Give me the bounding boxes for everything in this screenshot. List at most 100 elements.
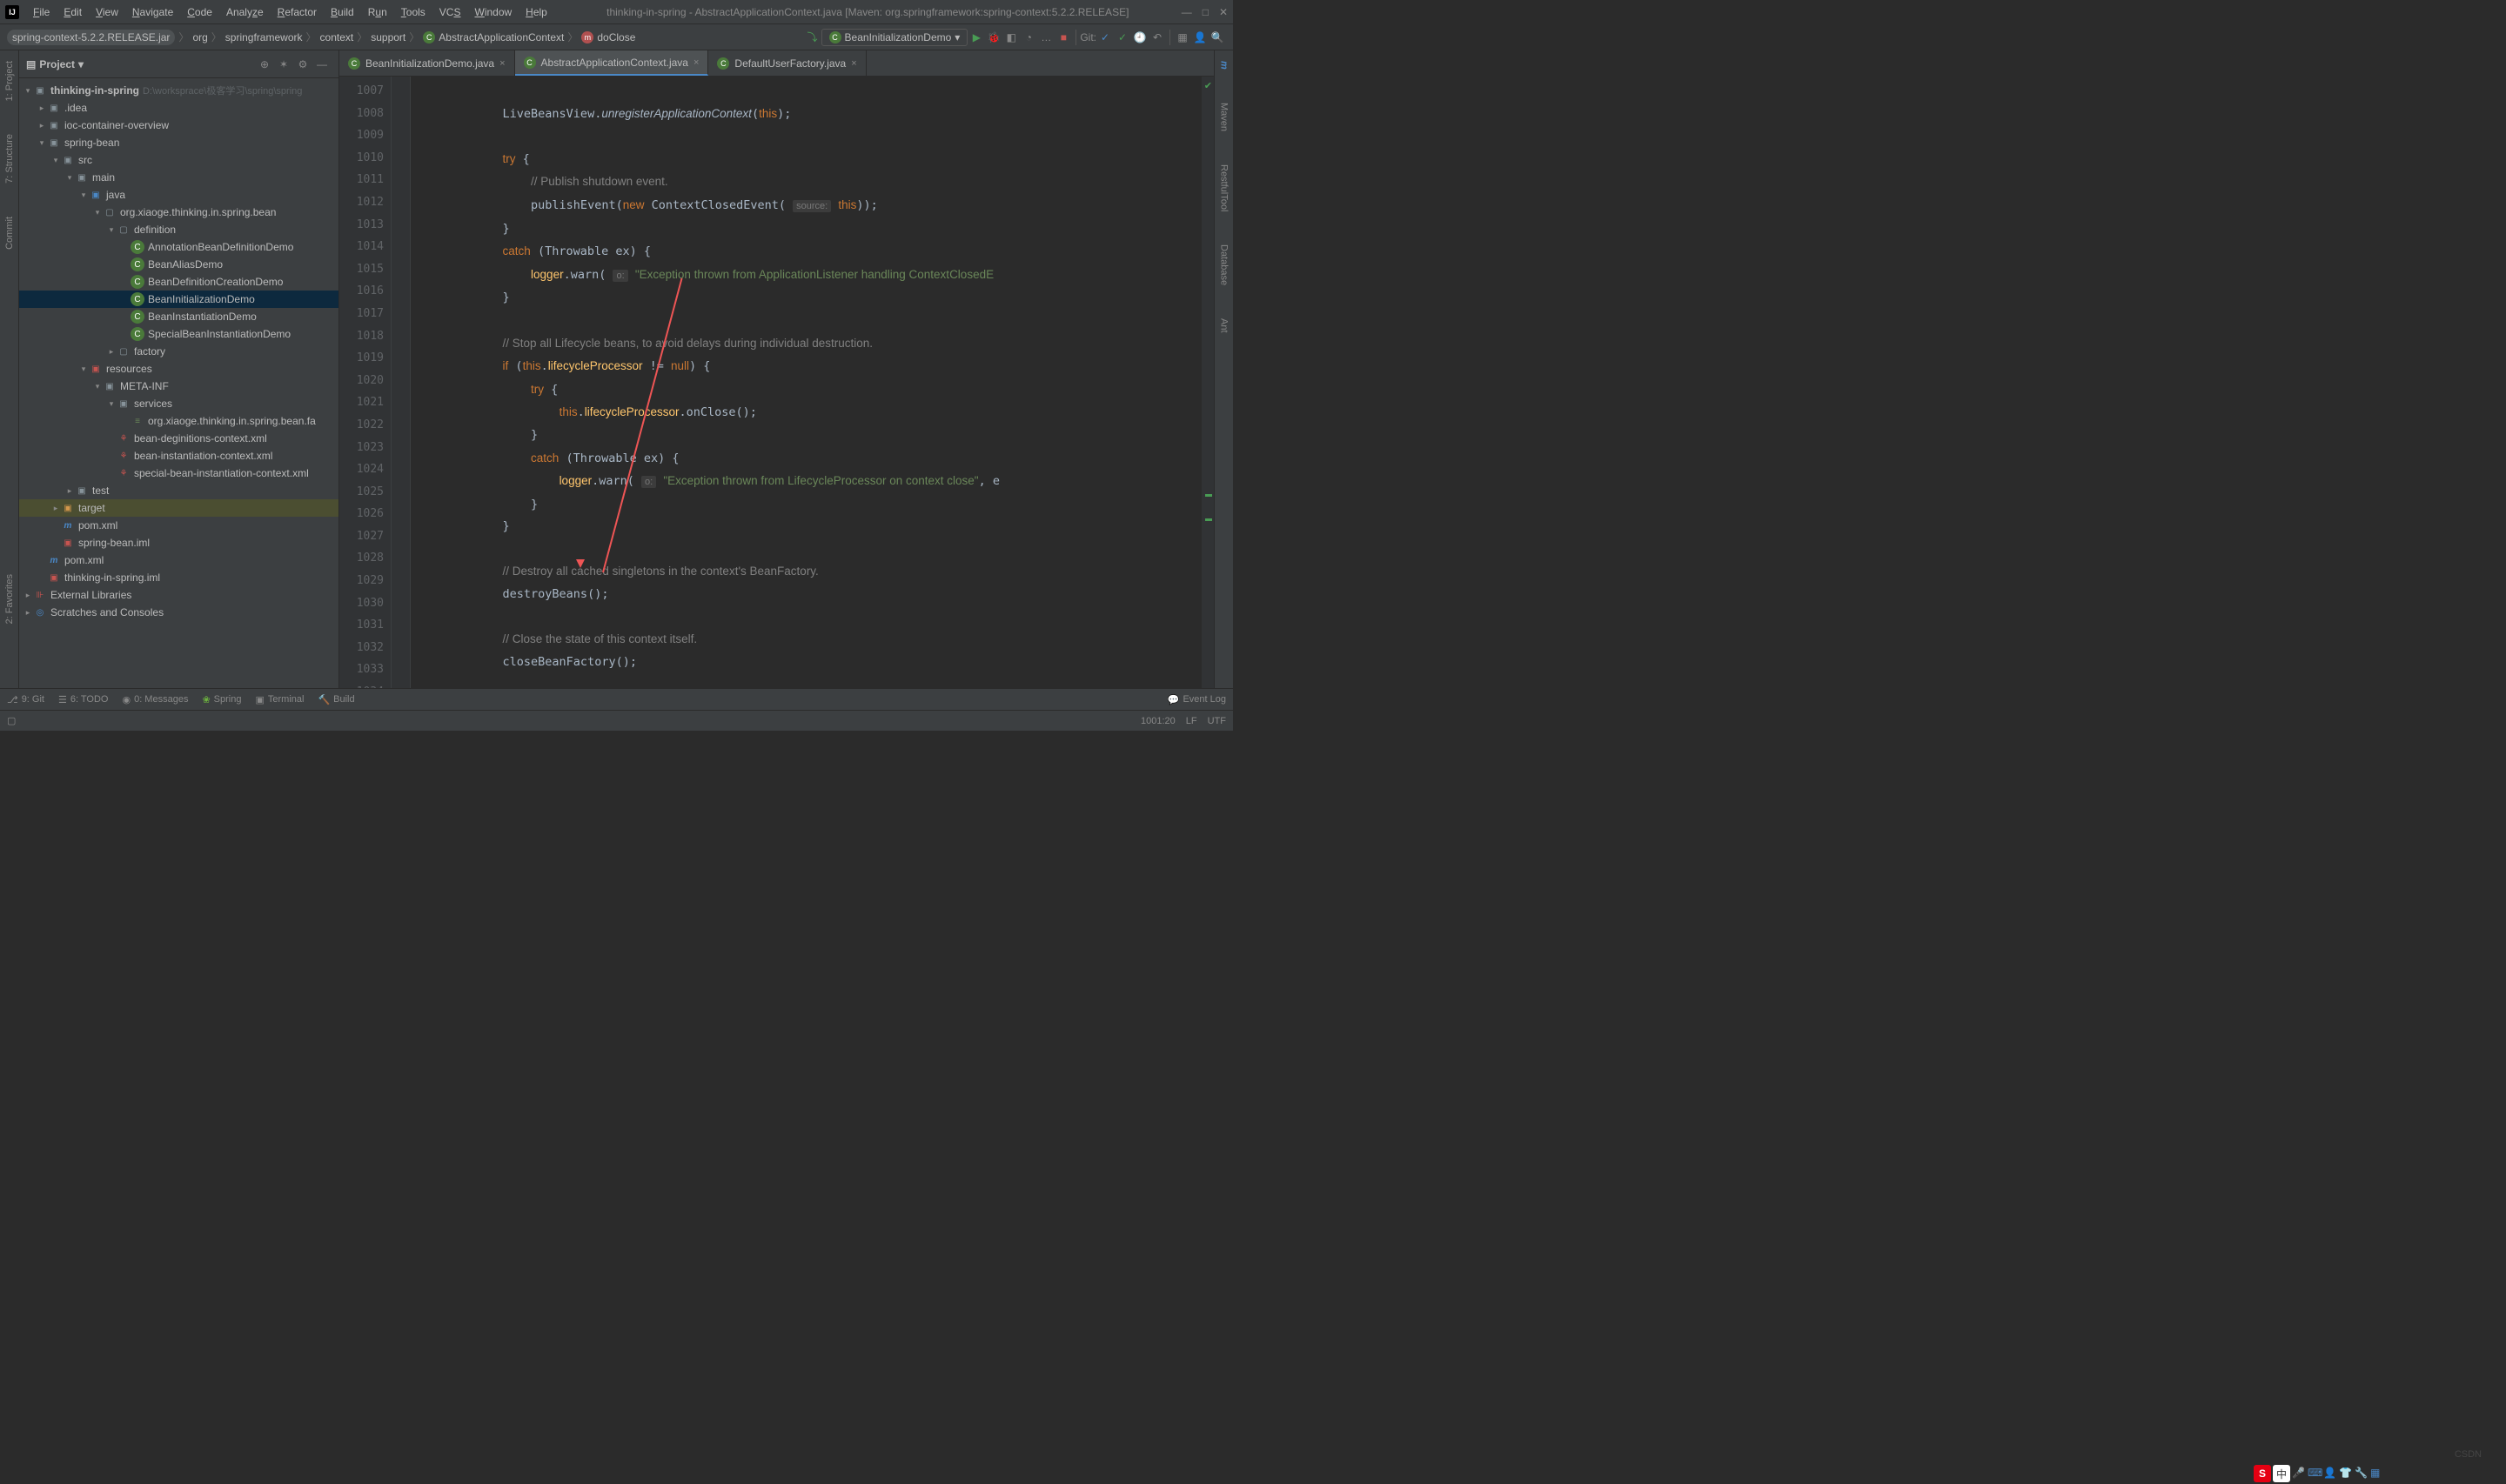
breadcrumb-jar[interactable]: spring-context-5.2.2.RELEASE.jar bbox=[7, 30, 175, 45]
breadcrumb-class[interactable]: AbstractApplicationContext bbox=[439, 31, 564, 43]
ime-tool-icon[interactable]: 🔧 bbox=[2355, 1467, 2369, 1481]
tree-target[interactable]: target bbox=[78, 502, 105, 514]
tree-fac[interactable]: factory bbox=[134, 345, 165, 358]
maximize-button[interactable]: □ bbox=[1203, 6, 1209, 18]
tree-pkg[interactable]: org.xiaoge.thinking.in.spring.bean bbox=[120, 206, 276, 218]
tree-c5[interactable]: BeanInstantiationDemo bbox=[148, 311, 257, 323]
breadcrumb-sup[interactable]: support bbox=[371, 31, 405, 43]
toolwin-project[interactable]: 1: Project bbox=[4, 57, 15, 104]
hide-button[interactable]: — bbox=[312, 58, 332, 70]
stripe-mark[interactable] bbox=[1205, 518, 1212, 521]
tree-x2[interactable]: bean-instantiation-context.xml bbox=[134, 450, 272, 462]
tree-pom1[interactable]: pom.xml bbox=[78, 519, 117, 531]
breadcrumb-ctx[interactable]: context bbox=[320, 31, 354, 43]
tree-iml2[interactable]: thinking-in-spring.iml bbox=[64, 572, 160, 584]
tab-2[interactable]: CDefaultUserFactory.java× bbox=[708, 50, 866, 76]
run-button[interactable]: ▶ bbox=[968, 29, 985, 46]
menu-navigate[interactable]: Navigate bbox=[125, 3, 180, 22]
tree-main[interactable]: main bbox=[92, 171, 115, 184]
menu-file[interactable]: File bbox=[26, 3, 57, 22]
toolwin-database[interactable]: Database bbox=[1219, 241, 1230, 289]
close-button[interactable]: ✕ bbox=[1219, 6, 1228, 18]
tree-scr[interactable]: Scratches and Consoles bbox=[50, 606, 164, 618]
search-button[interactable]: 🔍 bbox=[1209, 29, 1226, 46]
debug-button[interactable]: 🐞 bbox=[985, 29, 1002, 46]
menu-vcs[interactable]: VCS bbox=[432, 3, 468, 22]
close-icon[interactable]: × bbox=[851, 58, 856, 69]
code-content[interactable]: LiveBeansView.unregisterApplicationConte… bbox=[411, 77, 1202, 688]
git-update-button[interactable]: ✓ bbox=[1096, 29, 1114, 46]
toolwin-maven-icon[interactable]: m bbox=[1219, 57, 1230, 73]
toolwin-eventlog[interactable]: 💬Event Log bbox=[1168, 694, 1226, 705]
close-icon[interactable]: × bbox=[694, 57, 699, 68]
ime-mic-icon[interactable]: 🎤 bbox=[2292, 1467, 2306, 1481]
menu-analyze[interactable]: Analyze bbox=[219, 3, 271, 22]
tree-x1[interactable]: bean-deginitions-context.xml bbox=[134, 432, 267, 445]
menu-run[interactable]: Run bbox=[361, 3, 394, 22]
tree-res[interactable]: resources bbox=[106, 363, 152, 375]
code-area[interactable]: 1007 1008 1009 1010 1011 1012 1013 1014 … bbox=[339, 77, 1214, 688]
minimize-button[interactable]: — bbox=[1182, 6, 1192, 18]
toolwin-favorites[interactable]: 2: Favorites bbox=[4, 571, 15, 627]
run-config-dropdown[interactable]: C BeanInitializationDemo ▾ bbox=[821, 29, 968, 46]
toolwin-restful[interactable]: RestfulTool bbox=[1219, 161, 1230, 215]
tab-1[interactable]: CAbstractApplicationContext.java× bbox=[515, 50, 709, 76]
tree-root[interactable]: thinking-in-spring bbox=[50, 84, 139, 97]
stripe-mark[interactable] bbox=[1205, 494, 1212, 497]
stop-button[interactable]: ■ bbox=[1055, 29, 1072, 46]
menu-build[interactable]: Build bbox=[324, 3, 361, 22]
attach-button[interactable]: … bbox=[1037, 29, 1055, 46]
tree-springbean[interactable]: spring-bean bbox=[64, 137, 119, 149]
tree-c2[interactable]: BeanAliasDemo bbox=[148, 258, 223, 271]
menu-view[interactable]: View bbox=[89, 3, 125, 22]
profile-button[interactable]: ◔ bbox=[1020, 29, 1037, 46]
toolwin-ant[interactable]: Ant bbox=[1219, 315, 1230, 337]
tree-meta[interactable]: META-INF bbox=[120, 380, 169, 392]
tab-0[interactable]: CBeanInitializationDemo.java× bbox=[339, 50, 515, 76]
ime-s-icon[interactable]: S bbox=[2254, 1465, 2271, 1482]
ide-button[interactable]: ▦ bbox=[1174, 29, 1191, 46]
toolwin-terminal[interactable]: ▣Terminal bbox=[255, 694, 304, 705]
menu-tools[interactable]: Tools bbox=[394, 3, 432, 22]
close-icon[interactable]: × bbox=[499, 58, 505, 69]
tree-iml1[interactable]: spring-bean.iml bbox=[78, 537, 150, 549]
toolwin-messages[interactable]: ◉0: Messages bbox=[122, 694, 188, 705]
encoding[interactable]: UTF bbox=[1208, 716, 1226, 726]
coverage-button[interactable]: ◧ bbox=[1002, 29, 1020, 46]
tree-pom2[interactable]: pom.xml bbox=[64, 554, 104, 566]
settings-button[interactable]: ⚙ bbox=[293, 58, 312, 70]
git-commit-button[interactable]: ✓ bbox=[1114, 29, 1131, 46]
tree-ioc[interactable]: ioc-container-overview bbox=[64, 119, 169, 131]
avatar-button[interactable]: 👤 bbox=[1191, 29, 1209, 46]
expand-button[interactable]: ✶ bbox=[274, 58, 293, 70]
toolwin-structure[interactable]: 7: Structure bbox=[4, 130, 15, 187]
caret-position[interactable]: 1001:20 bbox=[1141, 716, 1176, 726]
ime-kb-icon[interactable]: ⌨ bbox=[2308, 1467, 2322, 1481]
ime-cn-icon[interactable]: 中 bbox=[2273, 1465, 2290, 1482]
line-separator[interactable]: LF bbox=[1186, 716, 1197, 726]
toolwin-git[interactable]: ⎇9: Git bbox=[7, 694, 44, 705]
tree-src[interactable]: src bbox=[78, 154, 92, 166]
tree-x3[interactable]: special-bean-instantiation-context.xml bbox=[134, 467, 309, 479]
toolwin-spring[interactable]: ❀Spring bbox=[202, 694, 241, 705]
project-view-selector[interactable]: ▤ Project ▾ bbox=[26, 58, 84, 70]
breadcrumb-method[interactable]: doClose bbox=[597, 31, 635, 43]
tree-c6[interactable]: SpecialBeanInstantiationDemo bbox=[148, 328, 291, 340]
git-revert-button[interactable]: ↶ bbox=[1149, 29, 1166, 46]
menu-refactor[interactable]: Refactor bbox=[271, 3, 324, 22]
error-stripe[interactable]: ✔ bbox=[1202, 77, 1214, 688]
tree-test[interactable]: test bbox=[92, 485, 109, 497]
menu-edit[interactable]: Edit bbox=[57, 3, 89, 22]
toolwin-build[interactable]: 🔨Build bbox=[318, 694, 354, 705]
ime-skin-icon[interactable]: 👕 bbox=[2339, 1467, 2353, 1481]
build-button[interactable]: ⤵ bbox=[804, 29, 821, 46]
tree-idea[interactable]: .idea bbox=[64, 102, 87, 114]
tree-c1[interactable]: AnnotationBeanDefinitionDemo bbox=[148, 241, 293, 253]
tree-def[interactable]: definition bbox=[134, 224, 176, 236]
tree-c3[interactable]: BeanDefinitionCreationDemo bbox=[148, 276, 283, 288]
project-tree[interactable]: ▾▣thinking-in-springD:\worksprace\极客学习\s… bbox=[19, 78, 338, 688]
breadcrumb-sf[interactable]: springframework bbox=[225, 31, 303, 43]
toolwin-todo[interactable]: ☰6: TODO bbox=[58, 694, 108, 705]
breadcrumb-org[interactable]: org bbox=[192, 31, 207, 43]
tree-c4[interactable]: BeanInitializationDemo bbox=[148, 293, 255, 305]
